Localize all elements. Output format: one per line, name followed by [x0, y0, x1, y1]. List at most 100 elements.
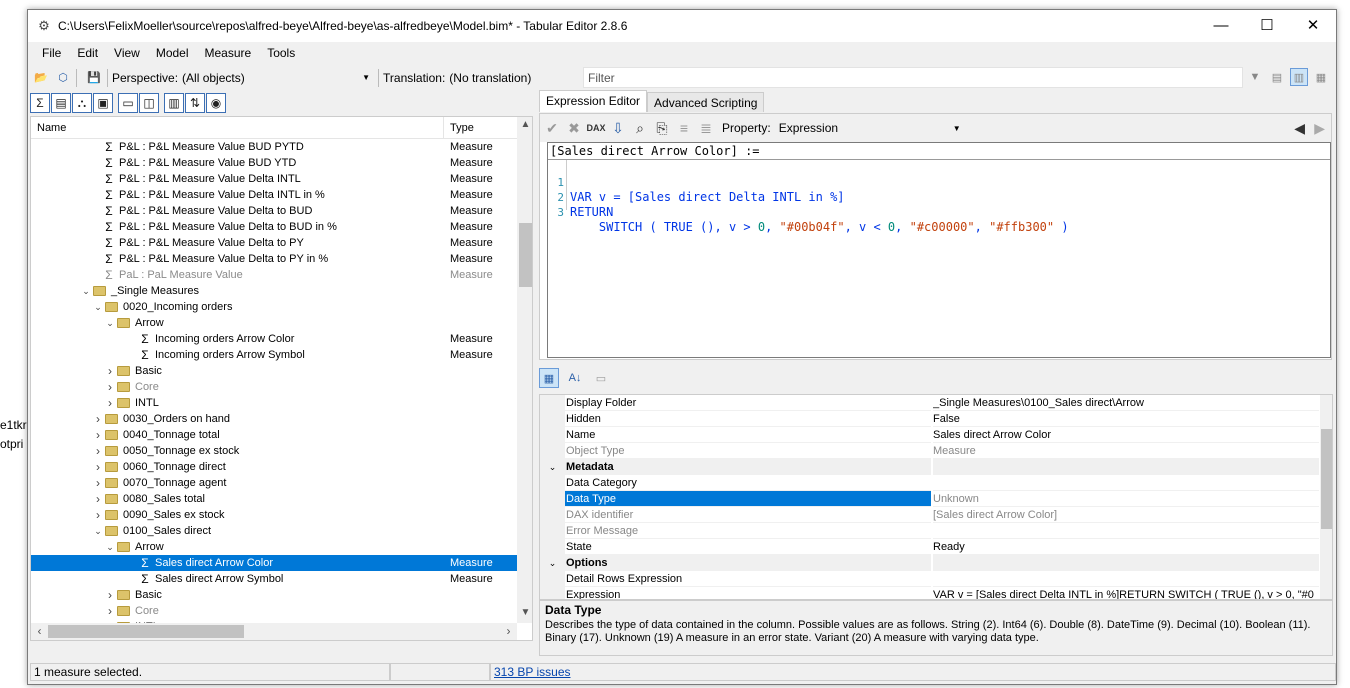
scroll-thumb[interactable] [1321, 429, 1332, 529]
tree-measure-row[interactable]: Σ P&L : P&L Measure Value Delta to PY in … [31, 251, 517, 267]
collapse-icon[interactable]: ⌄ [93, 523, 103, 539]
open-icon[interactable]: 📂 [32, 69, 50, 87]
uncomment-icon[interactable]: ≣ [696, 118, 716, 138]
tree-folder-row[interactable]: ⌄ 0020_Incoming orders [31, 299, 517, 315]
tree-folder-row[interactable]: › 0040_Tonnage total [31, 427, 517, 443]
property-pages-icon[interactable]: ▭ [591, 368, 611, 388]
menu-file[interactable]: File [34, 46, 69, 60]
property-value[interactable]: Sales direct Arrow Color [933, 427, 1319, 443]
tree-measure-row[interactable]: Σ P&L : P&L Measure Value BUD PYTD Measure [31, 139, 517, 155]
tree-folder-row[interactable]: › Basic [31, 363, 517, 379]
collapse-icon[interactable]: ⌄ [540, 459, 565, 475]
dax-formatter-icon[interactable]: DAX [586, 118, 606, 138]
save-icon[interactable]: 💾 [85, 69, 103, 87]
metadata-icon[interactable]: ◉ [206, 93, 226, 113]
expand-icon[interactable]: › [105, 363, 115, 379]
tree-horizontal-scrollbar[interactable]: ‹ › [31, 623, 517, 640]
expand-icon[interactable]: › [93, 507, 103, 523]
tree-folder-row[interactable]: › Basic [31, 587, 517, 603]
deploy-icon[interactable]: ⬡ [54, 69, 72, 87]
funnel-icon[interactable]: ▼ [1246, 68, 1264, 86]
property-value[interactable]: False [933, 411, 1319, 427]
property-value[interactable]: VAR v = [Sales direct Delta INTL in %]RE… [933, 587, 1319, 599]
expand-icon[interactable]: › [105, 379, 115, 395]
tree-folder-row[interactable]: › Core [31, 603, 517, 619]
tree-folder-row[interactable]: ⌄ Arrow [31, 315, 517, 331]
tree-measure-row[interactable]: Σ P&L : P&L Measure Value Delta to BUD in… [31, 219, 517, 235]
tree-folder-row[interactable]: ⌄ Arrow [31, 539, 517, 555]
collapse-icon[interactable]: ⌄ [105, 315, 115, 331]
collapse-icon[interactable]: ⌄ [81, 283, 91, 299]
tree-folder-row[interactable]: › 0080_Sales total [31, 491, 517, 507]
tree-measure-row[interactable]: Σ P&L : P&L Measure Value Delta to PY Meas… [31, 235, 517, 251]
tree-measure-row[interactable]: Σ P&L : P&L Measure Value Delta to BUD Mea… [31, 203, 517, 219]
tree-measure-row[interactable]: Σ Sales direct Arrow Symbol Measure [31, 571, 517, 587]
tree-folder-row[interactable]: › 0090_Sales ex stock [31, 507, 517, 523]
scroll-thumb[interactable] [48, 625, 244, 638]
property-select[interactable]: Expression ▼ [774, 118, 965, 138]
list-view-icon[interactable]: ▦ [1312, 68, 1330, 86]
tab-expression-editor[interactable]: Expression Editor [539, 90, 648, 112]
expand-icon[interactable]: › [93, 427, 103, 443]
bp-issues-link[interactable]: 313 BP issues [494, 665, 571, 679]
menu-view[interactable]: View [106, 46, 148, 60]
collapse-icon[interactable]: ⌄ [105, 539, 115, 555]
maximize-button[interactable]: ☐ [1244, 10, 1290, 42]
column-layout-icon[interactable]: ▥ [164, 93, 184, 113]
columns-icon[interactable]: ▤ [51, 93, 71, 113]
sort-icon[interactable]: ⇅ [185, 93, 205, 113]
hierarchy-icon[interactable]: ⛬ [72, 93, 92, 113]
property-value[interactable]: Unknown [933, 491, 1319, 507]
scroll-right-icon[interactable]: › [500, 624, 517, 638]
column-header-type[interactable]: Type [450, 122, 474, 134]
categorized-icon[interactable]: ▦ [539, 368, 559, 388]
property-category[interactable]: ⌄ Options [540, 555, 1332, 571]
replace-icon[interactable]: ⎘ [652, 118, 672, 138]
comment-icon[interactable]: ≡ [674, 118, 694, 138]
tree-measure-row[interactable]: Σ P&L : P&L Measure Value Delta INTL Measu… [31, 171, 517, 187]
tree-folder-row[interactable]: › Core [31, 379, 517, 395]
property-row[interactable]: Error Message [540, 523, 1332, 539]
group-icon[interactable]: ▤ [1268, 68, 1286, 86]
menu-model[interactable]: Model [148, 46, 197, 60]
expand-icon[interactable]: › [105, 587, 115, 603]
property-row[interactable]: Detail Rows Expression [540, 571, 1332, 587]
tree-folder-row[interactable]: › 0070_Tonnage agent [31, 475, 517, 491]
scroll-thumb[interactable] [519, 223, 532, 287]
forward-icon[interactable]: ▶ [1314, 120, 1325, 137]
property-value[interactable]: Measure [933, 443, 1319, 459]
tree-folder-row[interactable]: ⌄ _Single Measures [31, 283, 517, 299]
property-value[interactable]: Ready [933, 539, 1319, 555]
close-button[interactable]: ✕ [1290, 10, 1336, 42]
expand-icon[interactable]: › [93, 459, 103, 475]
scroll-down-icon[interactable]: ▼ [517, 607, 532, 618]
tree-view-icon[interactable]: ▥ [1290, 68, 1308, 86]
expand-icon[interactable]: › [93, 443, 103, 459]
tree-measure-row[interactable]: Σ P&L : P&L Measure Value Delta INTL in %… [31, 187, 517, 203]
expand-icon[interactable]: › [93, 475, 103, 491]
property-category[interactable]: ⌄ Metadata [540, 459, 1332, 475]
property-row[interactable]: State Ready [540, 539, 1332, 555]
tree-vertical-scrollbar[interactable]: ▲ ▼ [517, 117, 532, 623]
property-row[interactable]: Object Type Measure [540, 443, 1332, 459]
collapse-icon[interactable]: ⌄ [540, 555, 565, 571]
property-row[interactable]: Data Category [540, 475, 1332, 491]
tree-measure-row[interactable]: Σ P&L : P&L Measure Value BUD YTD Measure [31, 155, 517, 171]
back-icon[interactable]: ◀ [1294, 120, 1305, 137]
minimize-button[interactable]: — [1198, 10, 1244, 42]
hidden-icon[interactable]: ▭ [118, 93, 138, 113]
property-row[interactable]: Name Sales direct Arrow Color [540, 427, 1332, 443]
property-scrollbar[interactable] [1320, 395, 1332, 599]
scroll-up-icon[interactable]: ▲ [517, 119, 532, 130]
filter-input[interactable]: Filter [583, 67, 1243, 88]
menu-tools[interactable]: Tools [259, 46, 303, 60]
menu-edit[interactable]: Edit [69, 46, 106, 60]
tab-advanced-scripting[interactable]: Advanced Scripting [647, 92, 765, 112]
tree-folder-row[interactable]: › INTL [31, 395, 517, 411]
accept-icon[interactable]: ✔ [542, 118, 562, 138]
tree-measure-row[interactable]: Σ Sales direct Arrow Color Measure [31, 555, 517, 571]
property-value[interactable] [933, 523, 1319, 539]
menu-measure[interactable]: Measure [197, 46, 260, 60]
property-value[interactable] [933, 555, 1319, 571]
property-value[interactable] [933, 459, 1319, 475]
